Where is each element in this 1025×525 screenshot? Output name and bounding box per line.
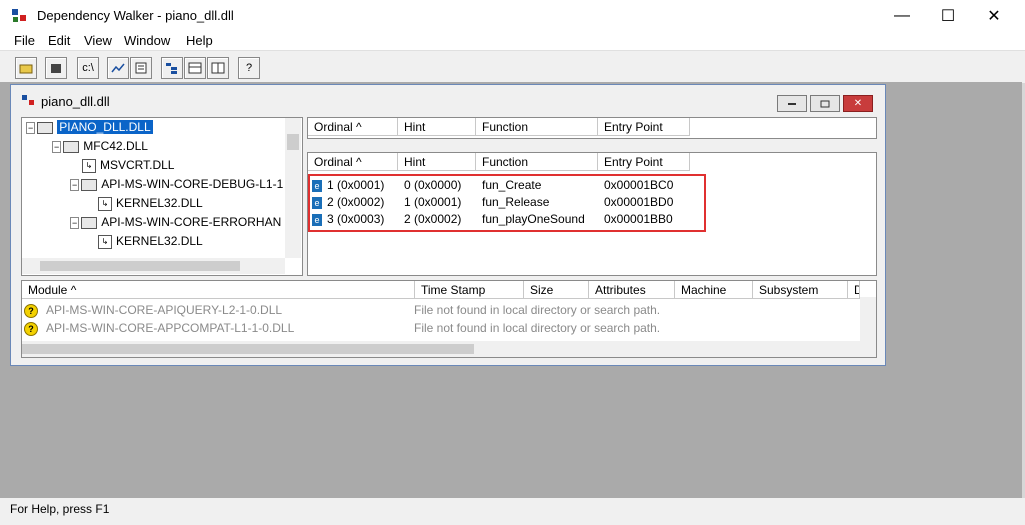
- tree-item[interactable]: ↳ MSVCRT.DLL: [82, 156, 174, 174]
- col-module[interactable]: Module ^: [22, 281, 415, 299]
- table-cell-entry: 0x00001BC0: [604, 178, 674, 192]
- col-ordinal[interactable]: Ordinal ^: [308, 118, 398, 136]
- child-close-button[interactable]: ✕: [843, 95, 873, 112]
- status-bar: For Help, press F1: [0, 498, 1025, 525]
- toolbar: c:\ ?: [0, 50, 1025, 83]
- profile-icon[interactable]: [107, 57, 129, 79]
- export-icon: e: [312, 196, 322, 209]
- child-title-bar: piano_dll.dll ✕: [11, 85, 885, 117]
- tree-item[interactable]: − API-MS-WIN-CORE-ERRORHAN: [70, 213, 281, 231]
- col-ordinal[interactable]: Ordinal ^: [308, 153, 398, 171]
- table-row[interactable]: e3 (0x0003): [312, 211, 384, 228]
- warning-icon: ?: [24, 303, 38, 318]
- status-text: For Help, press F1: [10, 502, 110, 516]
- table-cell-function: fun_playOneSound: [482, 212, 585, 226]
- exports-list[interactable]: Ordinal ^ Hint Function Entry Point e1 (…: [307, 152, 877, 276]
- menu-window[interactable]: Window: [124, 33, 170, 48]
- col-time-stamp[interactable]: Time Stamp: [415, 281, 524, 299]
- col-size[interactable]: Size: [524, 281, 589, 299]
- menu-view[interactable]: View: [84, 33, 112, 48]
- table-row[interactable]: ? API-MS-WIN-CORE-APPCOMPAT-L1-1-0.DLL: [24, 320, 294, 337]
- module-icon: [81, 216, 98, 229]
- imports-list[interactable]: Ordinal ^ Hint Function Entry Point: [307, 117, 877, 139]
- tree-item[interactable]: − API-MS-WIN-CORE-DEBUG-L1-1: [70, 175, 283, 193]
- col-hint[interactable]: Hint: [398, 118, 476, 136]
- table-cell-function: fun_Create: [482, 178, 542, 192]
- col-function[interactable]: Function: [476, 153, 598, 171]
- tree-horizontal-scrollbar[interactable]: [22, 258, 285, 274]
- module-vertical-scrollbar[interactable]: [860, 297, 876, 341]
- maximize-button[interactable]: ☐: [925, 0, 971, 32]
- export-icon: e: [312, 213, 322, 226]
- module-icon: ↳: [98, 196, 112, 211]
- col-entry-point[interactable]: Entry Point: [598, 118, 690, 136]
- col-debug[interactable]: De: [848, 281, 860, 299]
- table-cell-hint: 2 (0x0002): [404, 212, 462, 226]
- module-icon: ↳: [82, 158, 96, 173]
- tree-icon[interactable]: [161, 57, 183, 79]
- columns-icon[interactable]: [207, 57, 229, 79]
- dll-icon: [22, 95, 34, 105]
- module-icon: [81, 178, 98, 191]
- properties-icon[interactable]: [130, 57, 152, 79]
- table-cell-time: File not found in local directory or sea…: [414, 303, 661, 317]
- table-cell-hint: 1 (0x0001): [404, 195, 462, 209]
- col-entry-point[interactable]: Entry Point: [598, 153, 690, 171]
- table-row[interactable]: e1 (0x0001): [312, 177, 384, 194]
- title-bar: Dependency Walker - piano_dll.dll — ☐ ✕: [0, 0, 1025, 32]
- app-icon: [12, 9, 26, 22]
- tree-item[interactable]: − MFC42.DLL: [52, 137, 148, 155]
- help-icon[interactable]: ?: [238, 57, 260, 79]
- menu-help[interactable]: Help: [186, 33, 213, 48]
- child-maximize-button[interactable]: [810, 95, 840, 112]
- col-hint[interactable]: Hint: [398, 153, 476, 171]
- child-title: piano_dll.dll: [41, 94, 110, 109]
- table-row[interactable]: ? API-MS-WIN-CORE-APIQUERY-L2-1-0.DLL: [24, 302, 282, 319]
- tree-item[interactable]: ↳ KERNEL32.DLL: [98, 232, 203, 250]
- tree-vertical-scrollbar[interactable]: [285, 118, 301, 258]
- module-icon: [63, 140, 80, 153]
- minimize-button[interactable]: —: [879, 0, 925, 32]
- tree-item[interactable]: − PIANO_DLL.DLL: [26, 118, 153, 136]
- list-icon[interactable]: [184, 57, 206, 79]
- open-icon[interactable]: [15, 57, 37, 79]
- export-icon: e: [312, 179, 322, 192]
- child-minimize-button[interactable]: [777, 95, 807, 112]
- child-window: piano_dll.dll ✕ − PIANO_DLL.DLL − MFC42.DL…: [10, 84, 886, 366]
- module-horizontal-scrollbar[interactable]: [22, 341, 876, 357]
- col-attributes[interactable]: Attributes: [589, 281, 675, 299]
- module-icon: ↳: [98, 234, 112, 249]
- module-list[interactable]: Module ^ Time Stamp Size Attributes Mach…: [21, 280, 877, 358]
- table-cell-entry: 0x00001BD0: [604, 195, 674, 209]
- menu-edit[interactable]: Edit: [48, 33, 70, 48]
- window-title: Dependency Walker - piano_dll.dll: [37, 8, 234, 23]
- tree-item[interactable]: ↳ KERNEL32.DLL: [98, 194, 203, 212]
- close-button[interactable]: ✕: [971, 0, 1017, 32]
- menu-bar: File Edit View Window Help: [0, 32, 1025, 50]
- table-row[interactable]: e2 (0x0002): [312, 194, 384, 211]
- warning-icon: ?: [24, 321, 38, 336]
- module-icon: [37, 121, 54, 134]
- menu-file[interactable]: File: [14, 33, 35, 48]
- save-icon[interactable]: [45, 57, 67, 79]
- cmd-icon[interactable]: c:\: [77, 57, 99, 79]
- table-cell-hint: 0 (0x0000): [404, 178, 462, 192]
- col-machine[interactable]: Machine: [675, 281, 753, 299]
- table-cell-entry: 0x00001BB0: [604, 212, 673, 226]
- table-cell-time: File not found in local directory or sea…: [414, 321, 661, 335]
- dependency-tree[interactable]: − PIANO_DLL.DLL − MFC42.DLL ↳ MSVCRT.DLL − A…: [21, 117, 303, 276]
- col-subsystem[interactable]: Subsystem: [753, 281, 848, 299]
- col-function[interactable]: Function: [476, 118, 598, 136]
- table-cell-function: fun_Release: [482, 195, 550, 209]
